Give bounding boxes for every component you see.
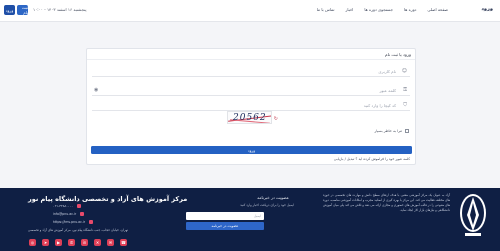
- top-navbar: ورود صفحه اصلی دوره ها جستجوی دوره ها اخ…: [0, 0, 500, 22]
- nav-contact[interactable]: تماس با ما: [317, 7, 335, 12]
- shield-icon: ⛉: [403, 102, 407, 108]
- user-icon: ☺: [401, 68, 407, 74]
- twitter-icon[interactable]: ✕: [94, 239, 101, 246]
- instagram-icon[interactable]: ◎: [29, 239, 36, 246]
- phone-icon[interactable]: ☎: [120, 239, 127, 246]
- nav-courses[interactable]: دوره ها: [404, 7, 416, 12]
- whatsapp-icon[interactable]: ✆: [68, 239, 75, 246]
- captcha-field[interactable]: ⛉ کد کپچا را وارد کنید: [92, 101, 410, 111]
- remember-checkbox[interactable]: [405, 129, 409, 133]
- email-text: info@pnu.ac.ir: [53, 212, 77, 216]
- contact-email[interactable]: info@pnu.ac.ir: [53, 212, 85, 216]
- newsletter-subscribe-button[interactable]: عضویت در خبرنامه: [186, 222, 264, 230]
- eye-icon[interactable]: ◉: [94, 87, 98, 93]
- login-button[interactable]: ورود: [4, 5, 15, 15]
- nav-search-courses[interactable]: جستجوی دوره ها: [364, 7, 393, 12]
- organization-name: مرکز آموزش های آزاد و تخصصی دانشگاه پیام…: [28, 195, 188, 203]
- remember-me[interactable]: مرا به خاطر بسپار: [374, 129, 409, 133]
- email-icon: [80, 212, 85, 216]
- submit-login-button[interactable]: ورود: [91, 146, 412, 154]
- newsletter-email-input[interactable]: ایمیل: [186, 212, 264, 220]
- password-field[interactable]: ⚿ کلمه عبور ◉: [92, 86, 410, 96]
- register-button[interactable]: ثبت نام: [17, 5, 28, 15]
- main-nav: صفحه اصلی دوره ها جستجوی دوره ها اخبار ت…: [317, 7, 448, 12]
- newsletter-placeholder: ایمیل: [254, 214, 261, 218]
- youtube-icon[interactable]: ▶: [55, 239, 62, 246]
- address-text: تهران، خیابان حجاب، جنب دانشگاه پیام نور…: [28, 228, 128, 232]
- newsletter-title: عضویت در خبرنامه: [257, 195, 289, 200]
- email-icon[interactable]: ✉: [107, 239, 114, 246]
- captcha-text: 20562: [233, 113, 267, 123]
- social-links: ◎ ➤ ▶ ✆ in ✕ ✉ ☎: [29, 239, 127, 246]
- footer-about-text: آزاد به عنوان یک مرکز آموزشی معتبر، با ه…: [323, 193, 450, 212]
- remember-label: مرا به خاطر بسپار: [374, 129, 402, 133]
- username-placeholder: نام کاربری: [378, 69, 396, 74]
- captcha-placeholder: کد کپچا را وارد کنید: [363, 103, 396, 108]
- brand-logo[interactable]: ورود: [481, 6, 493, 12]
- footer: آزاد به عنوان یک مرکز آموزشی معتبر، با ه…: [0, 188, 500, 251]
- key-icon: ⚿: [403, 87, 407, 93]
- nav-home[interactable]: صفحه اصلی: [427, 7, 448, 12]
- contact-phone: ۰۲۱-۴۴۸۸۰۰۰۰: [53, 204, 81, 208]
- login-card-title: ورود یا ثبت نام: [385, 52, 411, 57]
- website-text: https://lms.pnu.ac.ir: [53, 220, 86, 224]
- password-placeholder: کلمه عبور: [379, 88, 396, 93]
- captcha-image: 20562: [227, 111, 272, 124]
- phone-text: ۰۲۱-۴۴۸۸۰۰۰۰: [53, 204, 73, 208]
- contact-website[interactable]: https://lms.pnu.ac.ir: [53, 220, 94, 224]
- forgot-password-link[interactable]: کلمه عبور خود را فراموش کرده اید ؟ تبدیل…: [334, 157, 410, 161]
- linkedin-icon[interactable]: in: [81, 239, 88, 246]
- current-date: پنجشنبه ۱۶ اسفند ۱۴۰۳ - ۱۰:۰۰: [33, 7, 87, 12]
- university-logo-icon: [460, 194, 486, 236]
- telegram-icon[interactable]: ➤: [42, 239, 49, 246]
- globe-icon: [89, 220, 94, 224]
- refresh-icon[interactable]: ↻: [274, 116, 278, 122]
- nav-news[interactable]: اخبار: [345, 7, 353, 12]
- username-field[interactable]: ☺ نام کاربری: [92, 67, 410, 77]
- login-card: ورود یا ثبت نام ☺ نام کاربری ⚿ کلمه عبور…: [86, 48, 416, 165]
- newsletter-subtitle: ایمیل خود را برای دریافت اخبار وارد کنید: [240, 203, 294, 207]
- phone-icon: [76, 204, 81, 208]
- divider: [87, 59, 415, 60]
